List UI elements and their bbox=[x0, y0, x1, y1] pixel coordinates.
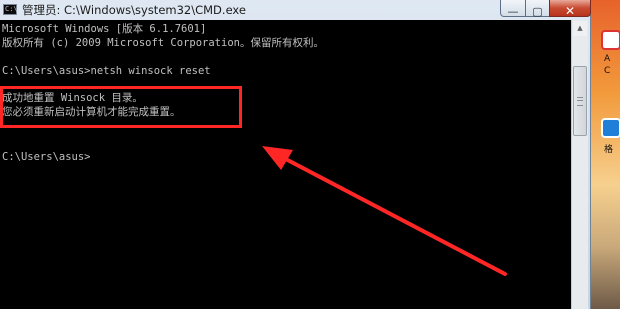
window-title: 管理员: C:\Windows\system32\CMD.exe bbox=[22, 3, 246, 17]
annotation-highlight-box bbox=[0, 86, 242, 128]
grip-icon bbox=[577, 97, 583, 106]
desktop-app-icon[interactable] bbox=[601, 118, 620, 138]
scroll-up-icon[interactable]: ▲ bbox=[573, 21, 587, 36]
console-line: Microsoft Windows [版本 6.1.7601] bbox=[2, 23, 207, 35]
maximize-button[interactable]: ▢ bbox=[525, 0, 550, 18]
console-prompt: C:\Users\asus> bbox=[2, 151, 91, 163]
desktop-icon-label: A bbox=[604, 54, 611, 64]
cmd-icon-glyph: C:\ bbox=[5, 5, 18, 13]
vertical-scrollbar[interactable]: ▲ bbox=[571, 20, 588, 309]
console-line: C:\Users\asus>netsh winsock reset bbox=[2, 65, 211, 77]
desktop-app-icon[interactable] bbox=[601, 30, 620, 50]
minimize-icon: — bbox=[507, 5, 519, 18]
minimize-button[interactable]: — bbox=[500, 0, 526, 18]
cmd-window: C:\ 管理员: C:\Windows\system32\CMD.exe — ▢… bbox=[0, 0, 591, 309]
close-button[interactable]: ✕ bbox=[549, 0, 591, 18]
scrollbar-thumb[interactable] bbox=[573, 66, 587, 136]
desktop-icon-label: 格 bbox=[604, 145, 614, 155]
desktop-icon-label: C bbox=[604, 66, 611, 76]
console-line: 版权所有 (c) 2009 Microsoft Corporation。保留所有… bbox=[2, 37, 324, 49]
title-bar[interactable]: C:\ 管理员: C:\Windows\system32\CMD.exe — ▢… bbox=[0, 0, 591, 20]
close-icon: ✕ bbox=[564, 4, 576, 18]
maximize-icon: ▢ bbox=[532, 5, 543, 18]
desktop-background: A C 格 bbox=[591, 0, 620, 309]
cmd-icon[interactable]: C:\ bbox=[3, 4, 18, 15]
console-output[interactable]: Microsoft Windows [版本 6.1.7601] 版权所有 (c)… bbox=[0, 20, 571, 309]
